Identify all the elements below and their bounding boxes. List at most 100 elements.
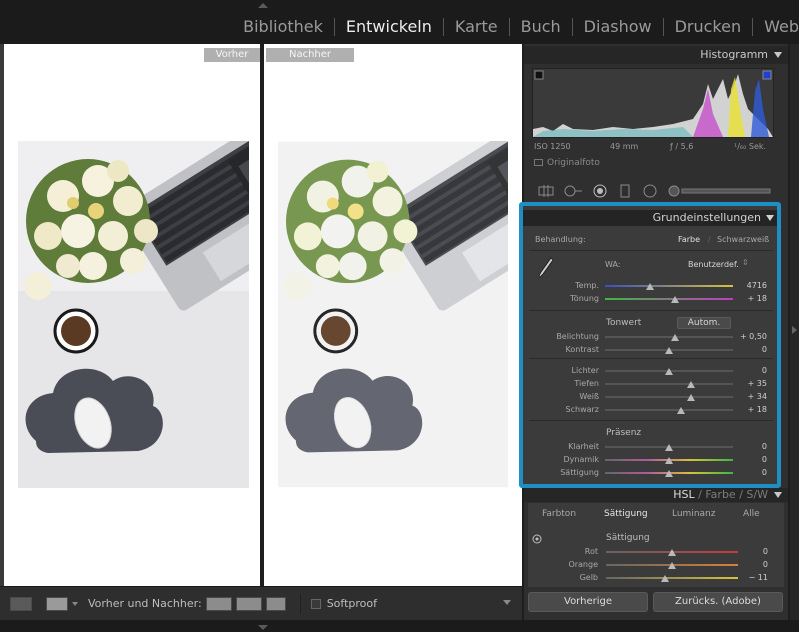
chevron-down-icon [774,52,782,58]
blacks-slider-track[interactable] [605,409,733,411]
white-balance-eyedropper-icon[interactable] [537,256,555,280]
module-develop[interactable]: Entwickeln [346,17,432,36]
exposure-value[interactable]: + 0,50 [737,332,767,341]
clarity-slider-thumb[interactable] [665,444,673,451]
after-pane[interactable]: Nachher [264,44,522,586]
tool-strip [528,182,778,200]
brush-slider-icon[interactable] [668,184,772,198]
hsl-tab-separator: / [698,488,702,501]
shadows-slider-thumb[interactable] [686,381,695,388]
module-slideshow[interactable]: Diashow [584,17,652,36]
targeted-adjustment-icon[interactable] [532,534,542,544]
contrast-slider-thumb[interactable] [665,347,673,354]
module-print[interactable]: Drucken [675,17,742,36]
red-value[interactable]: 0 [738,547,768,556]
all-tab[interactable]: Alle [743,509,760,519]
original-photo-toggle[interactable]: Originalfoto [534,158,600,168]
hue-tab[interactable]: Farbton [542,509,576,519]
graduated-filter-icon[interactable] [618,184,632,198]
module-book[interactable]: Buch [521,17,561,36]
yellow-slider-thumb[interactable] [661,575,670,582]
toolbar-menu-chevron-icon[interactable] [503,600,511,605]
module-web[interactable]: Web [764,17,799,36]
after-photo[interactable] [278,141,508,488]
blacks-slider-thumb[interactable] [676,407,685,414]
whites-slider-track[interactable] [605,396,733,398]
exposure-slider-track[interactable] [605,336,733,338]
blacks-value[interactable]: + 18 [737,405,767,414]
hsl-tab[interactable]: HSL [673,488,694,501]
red-eye-icon[interactable] [592,184,608,198]
color-tab[interactable]: Farbe [705,488,735,501]
highlights-value[interactable]: 0 [737,366,767,375]
copy-before-to-after-button[interactable] [205,596,232,611]
treatment-bw-option[interactable]: Schwarzweiß [717,235,769,244]
whites-slider-thumb[interactable] [686,394,695,401]
wb-dropdown-icon[interactable]: ⇕ [742,258,749,267]
saturation-value[interactable]: 0 [737,468,767,477]
orange-value[interactable]: 0 [738,560,768,569]
luminance-tab[interactable]: Luminanz [672,509,715,519]
section-divider [529,250,773,251]
loupe-view-button[interactable] [10,596,32,611]
original-photo-checkbox[interactable] [534,159,543,166]
whites-value[interactable]: + 34 [737,392,767,401]
saturation-slider-thumb[interactable] [665,470,673,477]
highlights-slider-thumb[interactable] [665,368,673,375]
previous-button[interactable]: Vorherige [528,592,648,612]
shutter-speed: ¹/₆₀ Sek. [734,142,767,151]
temp-value[interactable]: 4716 [737,281,767,290]
softproof-label: Softproof [326,597,377,610]
shadows-slider-track[interactable] [605,383,733,385]
section-divider [529,420,773,421]
radial-filter-icon[interactable] [642,184,658,198]
swap-before-after-button[interactable] [265,596,286,611]
basic-panel-header[interactable]: Grundeinstellungen [523,210,777,226]
section-divider [529,358,773,359]
yellow-slider-track[interactable] [606,577,738,579]
yellow-value[interactable]: − 11 [738,573,768,582]
contrast-value[interactable]: 0 [737,345,767,354]
before-after-view-button[interactable] [46,596,68,611]
temp-slider-thumb[interactable] [645,283,654,290]
module-library[interactable]: Bibliothek [243,17,323,36]
collapse-right-panel-icon[interactable] [792,326,797,334]
shadows-value[interactable]: + 35 [737,379,767,388]
before-photo[interactable] [18,141,249,488]
bw-tab[interactable]: S/W [746,488,768,501]
grid-crop-icon[interactable] [536,184,556,198]
hsl-panel-header[interactable]: HSL / Farbe / S/W [524,488,788,502]
collapse-filmstrip-icon[interactable] [258,625,268,630]
hsl-panel: Farbton Sättigung Luminanz Alle Sättigun… [528,503,784,587]
treatment-color-option[interactable]: Farbe [678,235,700,244]
red-slider-thumb[interactable] [668,549,676,556]
copy-after-to-before-button[interactable] [235,596,262,611]
vibrance-label: Dynamik [563,455,599,464]
vibrance-value[interactable]: 0 [737,455,767,464]
clarity-value[interactable]: 0 [737,442,767,451]
presence-section-title: Präsenz [606,428,642,438]
vibrance-slider-thumb[interactable] [665,457,673,464]
view-dropdown-icon[interactable] [72,601,78,606]
saturation-tab[interactable]: Sättigung [604,509,648,519]
focal-length: 49 mm [610,142,639,151]
histogram-header[interactable]: Histogramm [524,46,788,64]
right-panel-edge[interactable] [790,44,799,620]
exposure-slider-thumb[interactable] [671,334,680,341]
tint-slider-track[interactable] [605,298,733,300]
auto-tone-button[interactable]: Autom. [677,317,731,329]
orange-slider-thumb[interactable] [668,562,676,569]
tint-value[interactable]: + 18 [737,294,767,303]
spot-removal-icon[interactable] [562,184,584,198]
temp-slider-track[interactable] [605,285,733,287]
wb-value[interactable]: Benutzerdef. [688,260,739,269]
after-label: Nachher [266,48,354,62]
softproof-checkbox[interactable] [310,598,321,609]
before-pane[interactable]: Vorher [4,44,260,586]
tint-slider-thumb[interactable] [671,296,680,303]
shadows-label: Tiefen [574,379,599,388]
module-map[interactable]: Karte [455,17,498,36]
collapse-top-panel-icon[interactable] [258,3,268,8]
reset-button[interactable]: Zurücks. (Adobe) [653,592,783,612]
histogram-graph[interactable] [532,68,774,138]
